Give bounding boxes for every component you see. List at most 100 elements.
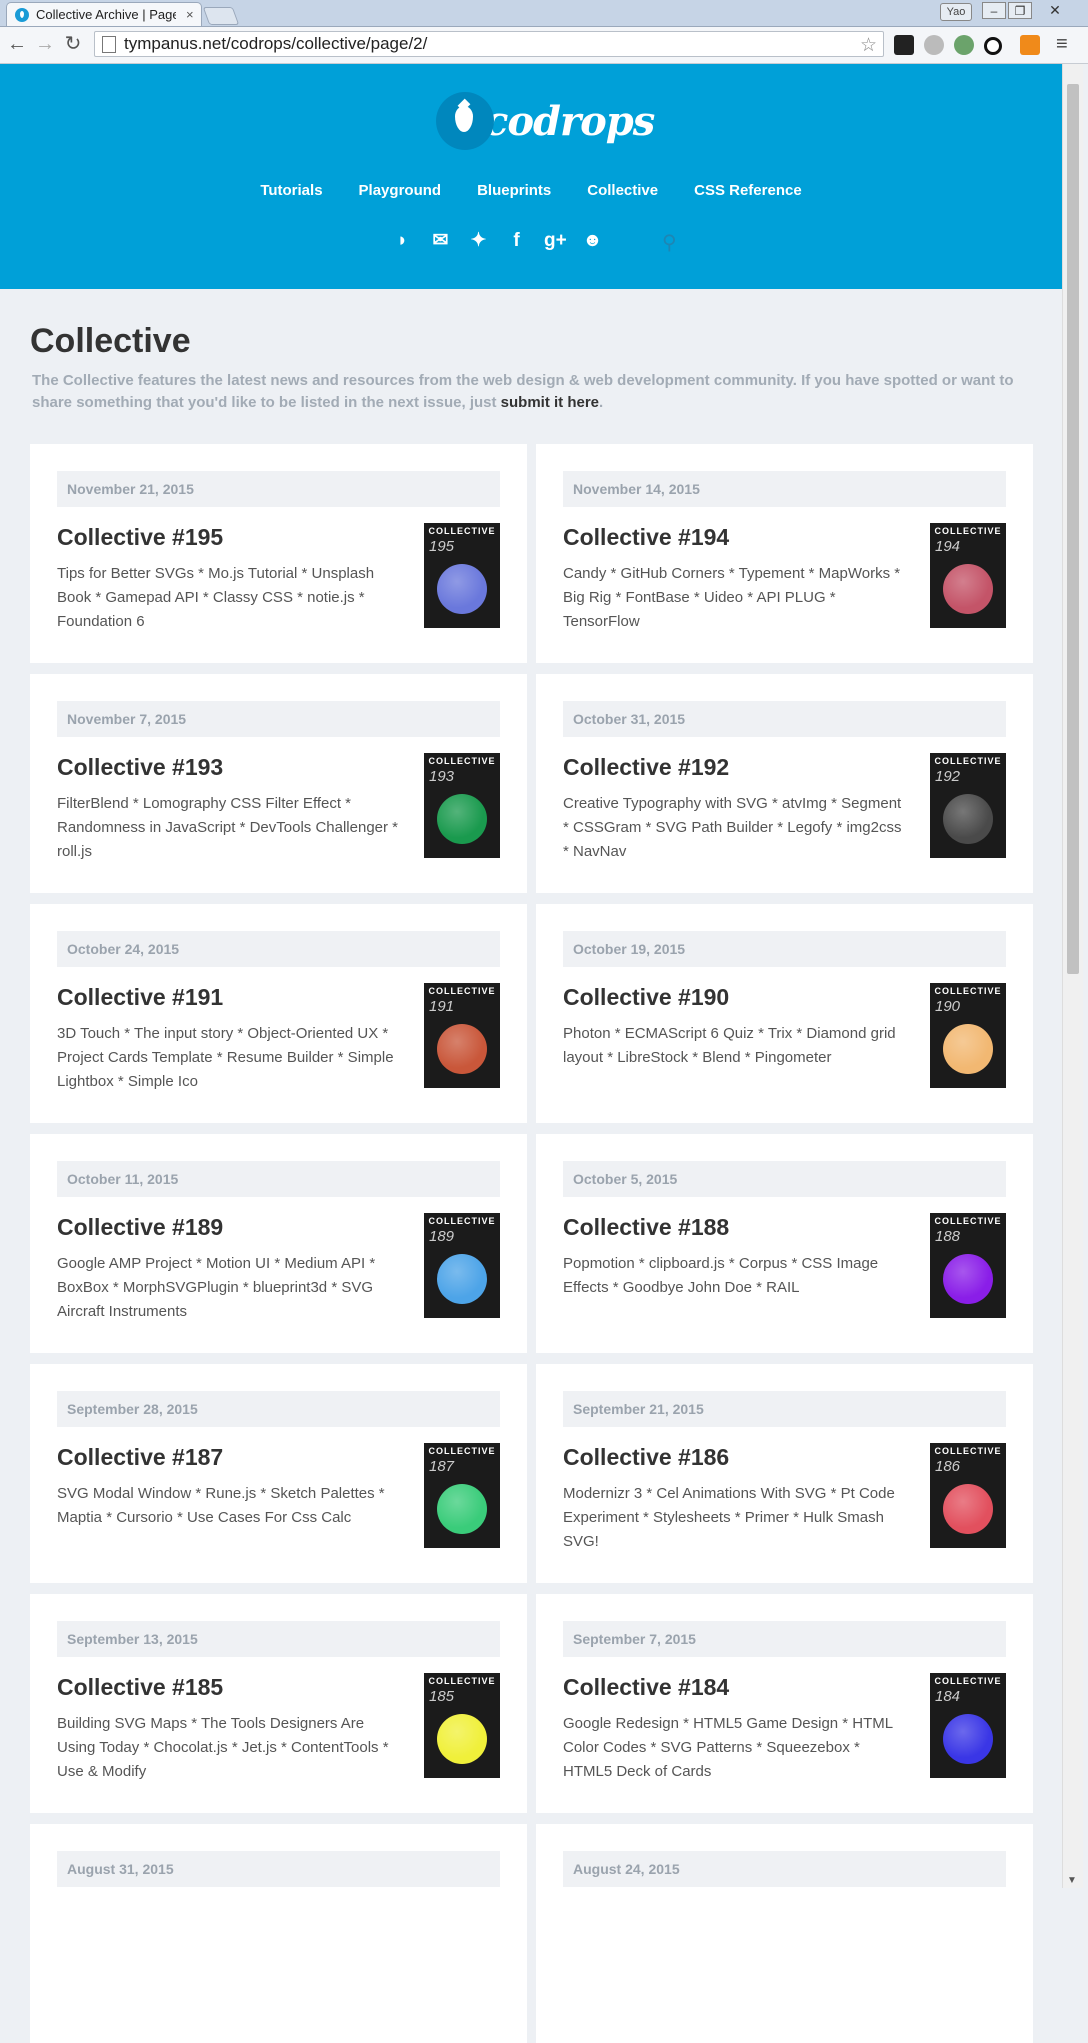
- card-date: August 24, 2015: [563, 1851, 1006, 1887]
- back-arrow-icon[interactable]: ←: [4, 31, 30, 57]
- thumbnail-label: COLLECTIVE: [934, 1216, 1002, 1226]
- scrollbar[interactable]: ▼: [1062, 64, 1083, 1888]
- collective-card: October 5, 2015 Collective #188 Popmotio…: [536, 1134, 1033, 1353]
- card-date: September 13, 2015: [57, 1621, 500, 1657]
- card-thumbnail[interactable]: COLLECTIVE 185: [424, 1673, 500, 1778]
- twitter-icon[interactable]: ✦: [468, 229, 489, 252]
- extension-circle-icon[interactable]: [984, 37, 1002, 55]
- rss-icon[interactable]: ◗: [392, 230, 413, 252]
- browser-tab[interactable]: Collective Archive | Page ×: [6, 2, 202, 26]
- collective-card: November 7, 2015 Collective #193 FilterB…: [30, 674, 527, 893]
- tab-title: Collective Archive | Page: [36, 7, 176, 22]
- card-thumbnail[interactable]: COLLECTIVE 193: [424, 753, 500, 858]
- page-intro: The Collective features the latest news …: [32, 370, 1042, 414]
- thumbnail-number: 189: [429, 1228, 455, 1245]
- card-thumbnail[interactable]: COLLECTIVE 191: [424, 983, 500, 1088]
- tab-close-icon[interactable]: ×: [186, 7, 194, 22]
- card-thumbnail[interactable]: COLLECTIVE 186: [930, 1443, 1006, 1548]
- thumbnail-disc: [943, 1714, 993, 1764]
- card-thumbnail[interactable]: COLLECTIVE 189: [424, 1213, 500, 1318]
- card-thumbnail[interactable]: COLLECTIVE 190: [930, 983, 1006, 1088]
- extension-eyedropper-icon[interactable]: [954, 35, 974, 55]
- card-title[interactable]: Collective #191: [57, 984, 223, 1011]
- main-nav: Tutorials Playground Blueprints Collecti…: [0, 182, 1062, 199]
- thumbnail-disc: [437, 564, 487, 614]
- card-description: Google Redesign * HTML5 Game Design * HT…: [563, 1715, 893, 1780]
- card-thumbnail[interactable]: COLLECTIVE 192: [930, 753, 1006, 858]
- search-icon[interactable]: ⚲: [662, 230, 677, 255]
- card-title[interactable]: Collective #189: [57, 1214, 223, 1241]
- card-date: August 31, 2015: [57, 1851, 500, 1887]
- collective-card: October 24, 2015 Collective #191 3D Touc…: [30, 904, 527, 1123]
- github-icon[interactable]: ☻: [582, 230, 603, 252]
- thumbnail-number: 195: [429, 538, 455, 555]
- collective-card: October 31, 2015 Collective #192 Creativ…: [536, 674, 1033, 893]
- nav-playground[interactable]: Playground: [359, 182, 442, 199]
- card-title[interactable]: Collective #192: [563, 754, 729, 781]
- nav-collective[interactable]: Collective: [587, 182, 658, 199]
- card-description: 3D Touch * The input story * Object-Orie…: [57, 1025, 394, 1090]
- card-title[interactable]: Collective #185: [57, 1674, 223, 1701]
- thumbnail-disc: [943, 1024, 993, 1074]
- extension-grey-icon[interactable]: [924, 35, 944, 55]
- thumbnail-number: 186: [935, 1458, 961, 1475]
- drop-logo-icon: [436, 92, 494, 150]
- mail-icon[interactable]: ✉: [430, 229, 451, 252]
- card-date: September 7, 2015: [563, 1621, 1006, 1657]
- codrops-logo[interactable]: codrops: [436, 92, 655, 150]
- nav-tutorials[interactable]: Tutorials: [260, 182, 322, 199]
- card-description: Tips for Better SVGs * Mo.js Tutorial * …: [57, 565, 375, 630]
- thumbnail-label: COLLECTIVE: [934, 1676, 1002, 1686]
- thumbnail-label: COLLECTIVE: [934, 986, 1002, 996]
- nav-blueprints[interactable]: Blueprints: [477, 182, 551, 199]
- browser-menu-icon[interactable]: ≡: [1056, 33, 1068, 56]
- reload-icon[interactable]: ↻: [60, 31, 86, 57]
- page-title: Collective: [30, 322, 191, 360]
- browser-toolbar: ← → ↻ tympanus.net/codrops/collective/pa…: [0, 27, 1088, 64]
- bookmark-star-icon[interactable]: ☆: [860, 34, 877, 57]
- site-header: codrops Tutorials Playground Blueprints …: [0, 64, 1062, 289]
- card-thumbnail[interactable]: COLLECTIVE 194: [930, 523, 1006, 628]
- card-date: October 19, 2015: [563, 931, 1006, 967]
- collective-card: August 24, 2015: [536, 1824, 1033, 2043]
- submit-link[interactable]: submit it here: [501, 394, 599, 411]
- restore-icon[interactable]: ❐: [1008, 2, 1032, 19]
- extension-orange-icon[interactable]: [1020, 35, 1040, 55]
- card-title[interactable]: Collective #193: [57, 754, 223, 781]
- card-date: November 14, 2015: [563, 471, 1006, 507]
- card-thumbnail[interactable]: COLLECTIVE 187: [424, 1443, 500, 1548]
- card-thumbnail[interactable]: COLLECTIVE 184: [930, 1673, 1006, 1778]
- card-title[interactable]: Collective #194: [563, 524, 729, 551]
- scrollbar-thumb[interactable]: [1067, 84, 1079, 974]
- forward-arrow-icon[interactable]: →: [32, 31, 58, 57]
- card-title[interactable]: Collective #195: [57, 524, 223, 551]
- card-title[interactable]: Collective #187: [57, 1444, 223, 1471]
- card-title[interactable]: Collective #186: [563, 1444, 729, 1471]
- extension-s-icon[interactable]: [894, 35, 914, 55]
- card-thumbnail[interactable]: COLLECTIVE 195: [424, 523, 500, 628]
- card-title[interactable]: Collective #190: [563, 984, 729, 1011]
- user-profile-button[interactable]: Yao: [940, 3, 972, 21]
- thumbnail-number: 185: [429, 1688, 455, 1705]
- facebook-icon[interactable]: f: [506, 230, 527, 252]
- address-bar[interactable]: tympanus.net/codrops/collective/page/2/ …: [94, 31, 884, 57]
- card-title[interactable]: Collective #184: [563, 1674, 729, 1701]
- thumbnail-disc: [437, 794, 487, 844]
- card-date: October 31, 2015: [563, 701, 1006, 737]
- card-description: Building SVG Maps * The Tools Designers …: [57, 1715, 389, 1780]
- window-close-icon[interactable]: ✕: [1040, 2, 1070, 19]
- card-description: Photon * ECMAScript 6 Quiz * Trix * Diam…: [563, 1025, 896, 1066]
- browser-tab-strip: Collective Archive | Page × Yao – ❐ ✕: [0, 0, 1088, 27]
- card-description: Modernizr 3 * Cel Animations With SVG * …: [563, 1485, 895, 1550]
- thumbnail-label: COLLECTIVE: [428, 1446, 496, 1456]
- card-date: September 28, 2015: [57, 1391, 500, 1427]
- new-tab-button[interactable]: [202, 7, 240, 25]
- card-title[interactable]: Collective #188: [563, 1214, 729, 1241]
- scroll-down-arrow-icon[interactable]: ▼: [1067, 1875, 1077, 1886]
- collective-card: September 7, 2015 Collective #184 Google…: [536, 1594, 1033, 1813]
- minimize-icon[interactable]: –: [982, 2, 1006, 19]
- google-plus-icon[interactable]: g+: [544, 230, 567, 252]
- card-thumbnail[interactable]: COLLECTIVE 188: [930, 1213, 1006, 1318]
- codrops-favicon-icon: [15, 7, 29, 22]
- nav-css-reference[interactable]: CSS Reference: [694, 182, 802, 199]
